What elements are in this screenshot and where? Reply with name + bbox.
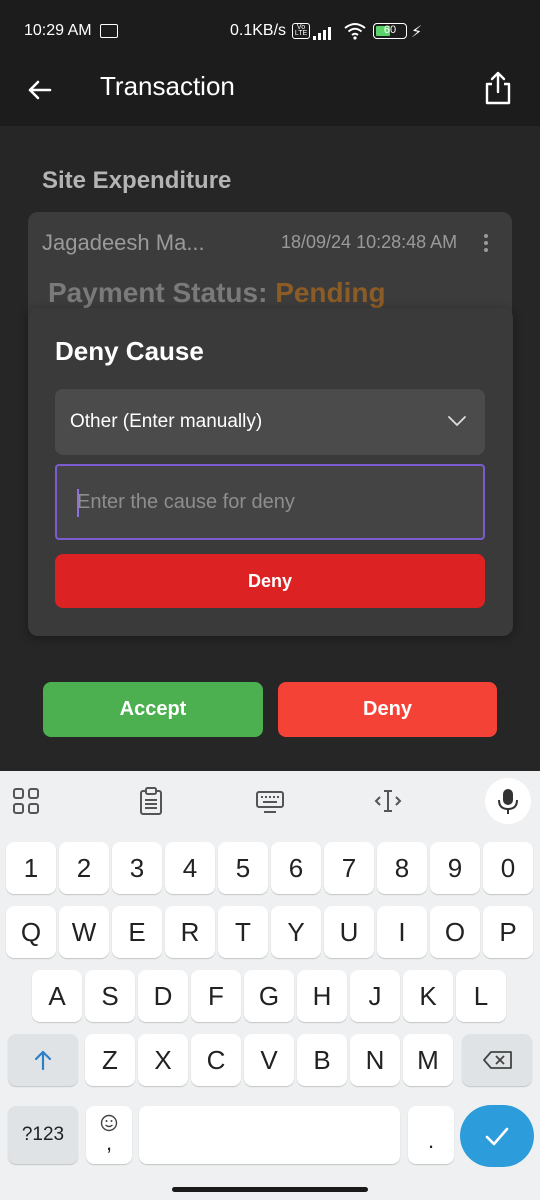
- more-options-icon[interactable]: [484, 234, 490, 254]
- accept-button[interactable]: Accept: [43, 682, 263, 737]
- key-5[interactable]: 5: [218, 842, 268, 894]
- space-key[interactable]: [139, 1106, 400, 1164]
- network-speed: 0.1KB/s: [230, 22, 287, 39]
- key-v[interactable]: V: [244, 1034, 294, 1086]
- key-0[interactable]: 0: [483, 842, 533, 894]
- keyboard-toolbar: [0, 771, 540, 831]
- comma-label: ,: [105, 1130, 113, 1155]
- key-6[interactable]: 6: [271, 842, 321, 894]
- key-4[interactable]: 4: [165, 842, 215, 894]
- chevron-down-icon: [448, 416, 466, 426]
- key-z[interactable]: Z: [85, 1034, 135, 1086]
- deny-cause-dialog: Deny Cause Other (Enter manually) Deny: [28, 308, 513, 636]
- selected-cause: Other (Enter manually): [70, 411, 263, 432]
- key-l[interactable]: L: [456, 970, 506, 1022]
- screen-record-icon: [100, 24, 118, 38]
- key-1[interactable]: 1: [6, 842, 56, 894]
- dialog-deny-button[interactable]: Deny: [55, 554, 485, 608]
- key-o[interactable]: O: [430, 906, 480, 958]
- key-f[interactable]: F: [191, 970, 241, 1022]
- mic-button[interactable]: [485, 778, 531, 824]
- backspace-key[interactable]: [462, 1034, 532, 1086]
- battery-icon: 60: [373, 23, 407, 39]
- cause-input[interactable]: [77, 484, 467, 520]
- status-time: 10:29 AM: [24, 22, 92, 39]
- key-9[interactable]: 9: [430, 842, 480, 894]
- key-b[interactable]: B: [297, 1034, 347, 1086]
- enter-button[interactable]: [460, 1105, 534, 1167]
- period-label: .: [427, 1128, 435, 1153]
- share-icon[interactable]: [482, 70, 514, 106]
- key-7[interactable]: 7: [324, 842, 374, 894]
- transaction-datetime: 18/09/24 10:28:48 AM: [281, 232, 458, 252]
- symbols-key[interactable]: ?123: [8, 1106, 78, 1164]
- status-bar: 10:29 AM 0.1KB/s Vo LTE 60 ⚡: [0, 0, 540, 60]
- clipboard-icon[interactable]: [135, 785, 167, 817]
- person-name: Jagadeesh Ma...: [42, 230, 205, 255]
- key-a[interactable]: A: [32, 970, 82, 1022]
- gesture-nav-handle[interactable]: [172, 1187, 368, 1192]
- key-e[interactable]: E: [112, 906, 162, 958]
- key-j[interactable]: J: [350, 970, 400, 1022]
- key-t[interactable]: T: [218, 906, 268, 958]
- checkmark-icon: [485, 1127, 509, 1146]
- payment-status-label: Payment Status:: [48, 277, 268, 308]
- key-p[interactable]: P: [483, 906, 533, 958]
- shift-arrow-icon: [34, 1050, 52, 1071]
- emoji-comma-key[interactable]: ,: [86, 1106, 132, 1164]
- key-2[interactable]: 2: [59, 842, 109, 894]
- payment-status-value: Pending: [275, 277, 386, 308]
- key-8[interactable]: 8: [377, 842, 427, 894]
- page-title: Transaction: [100, 71, 235, 101]
- key-i[interactable]: I: [377, 906, 427, 958]
- cause-input-field[interactable]: [55, 464, 485, 540]
- key-u[interactable]: U: [324, 906, 374, 958]
- key-c[interactable]: C: [191, 1034, 241, 1086]
- signal-icon: [313, 24, 337, 40]
- period-key[interactable]: .: [408, 1106, 454, 1164]
- keyboard-icon[interactable]: [254, 785, 286, 817]
- deny-button[interactable]: Deny: [278, 682, 497, 737]
- back-arrow-icon[interactable]: [24, 74, 56, 106]
- app-bar: Transaction: [0, 60, 540, 126]
- soft-keyboard: 1 2 3 4 5 6 7 8 9 0 Q W E R T Y U I O P …: [0, 771, 540, 1200]
- key-s[interactable]: S: [85, 970, 135, 1022]
- volte-icon: Vo LTE: [292, 23, 310, 39]
- backspace-icon: [483, 1051, 512, 1069]
- wifi-icon: [344, 23, 366, 40]
- key-x[interactable]: X: [138, 1034, 188, 1086]
- deny-cause-dropdown[interactable]: Other (Enter manually): [55, 389, 485, 455]
- shift-key[interactable]: [8, 1034, 78, 1086]
- key-w[interactable]: W: [59, 906, 109, 958]
- key-h[interactable]: H: [297, 970, 347, 1022]
- key-n[interactable]: N: [350, 1034, 400, 1086]
- apps-grid-icon[interactable]: [10, 785, 42, 817]
- key-q[interactable]: Q: [6, 906, 56, 958]
- key-r[interactable]: R: [165, 906, 215, 958]
- text-cursor-move-icon[interactable]: [372, 785, 404, 817]
- key-d[interactable]: D: [138, 970, 188, 1022]
- key-m[interactable]: M: [403, 1034, 453, 1086]
- key-y[interactable]: Y: [271, 906, 321, 958]
- section-title: Site Expenditure: [42, 167, 232, 194]
- mic-icon: [498, 789, 518, 814]
- key-k[interactable]: K: [403, 970, 453, 1022]
- battery-level: 60: [383, 24, 397, 36]
- charging-icon: ⚡: [411, 24, 423, 41]
- dialog-title: Deny Cause: [55, 336, 204, 366]
- payment-status: Payment Status: Pending: [48, 277, 386, 309]
- key-g[interactable]: G: [244, 970, 294, 1022]
- key-3[interactable]: 3: [112, 842, 162, 894]
